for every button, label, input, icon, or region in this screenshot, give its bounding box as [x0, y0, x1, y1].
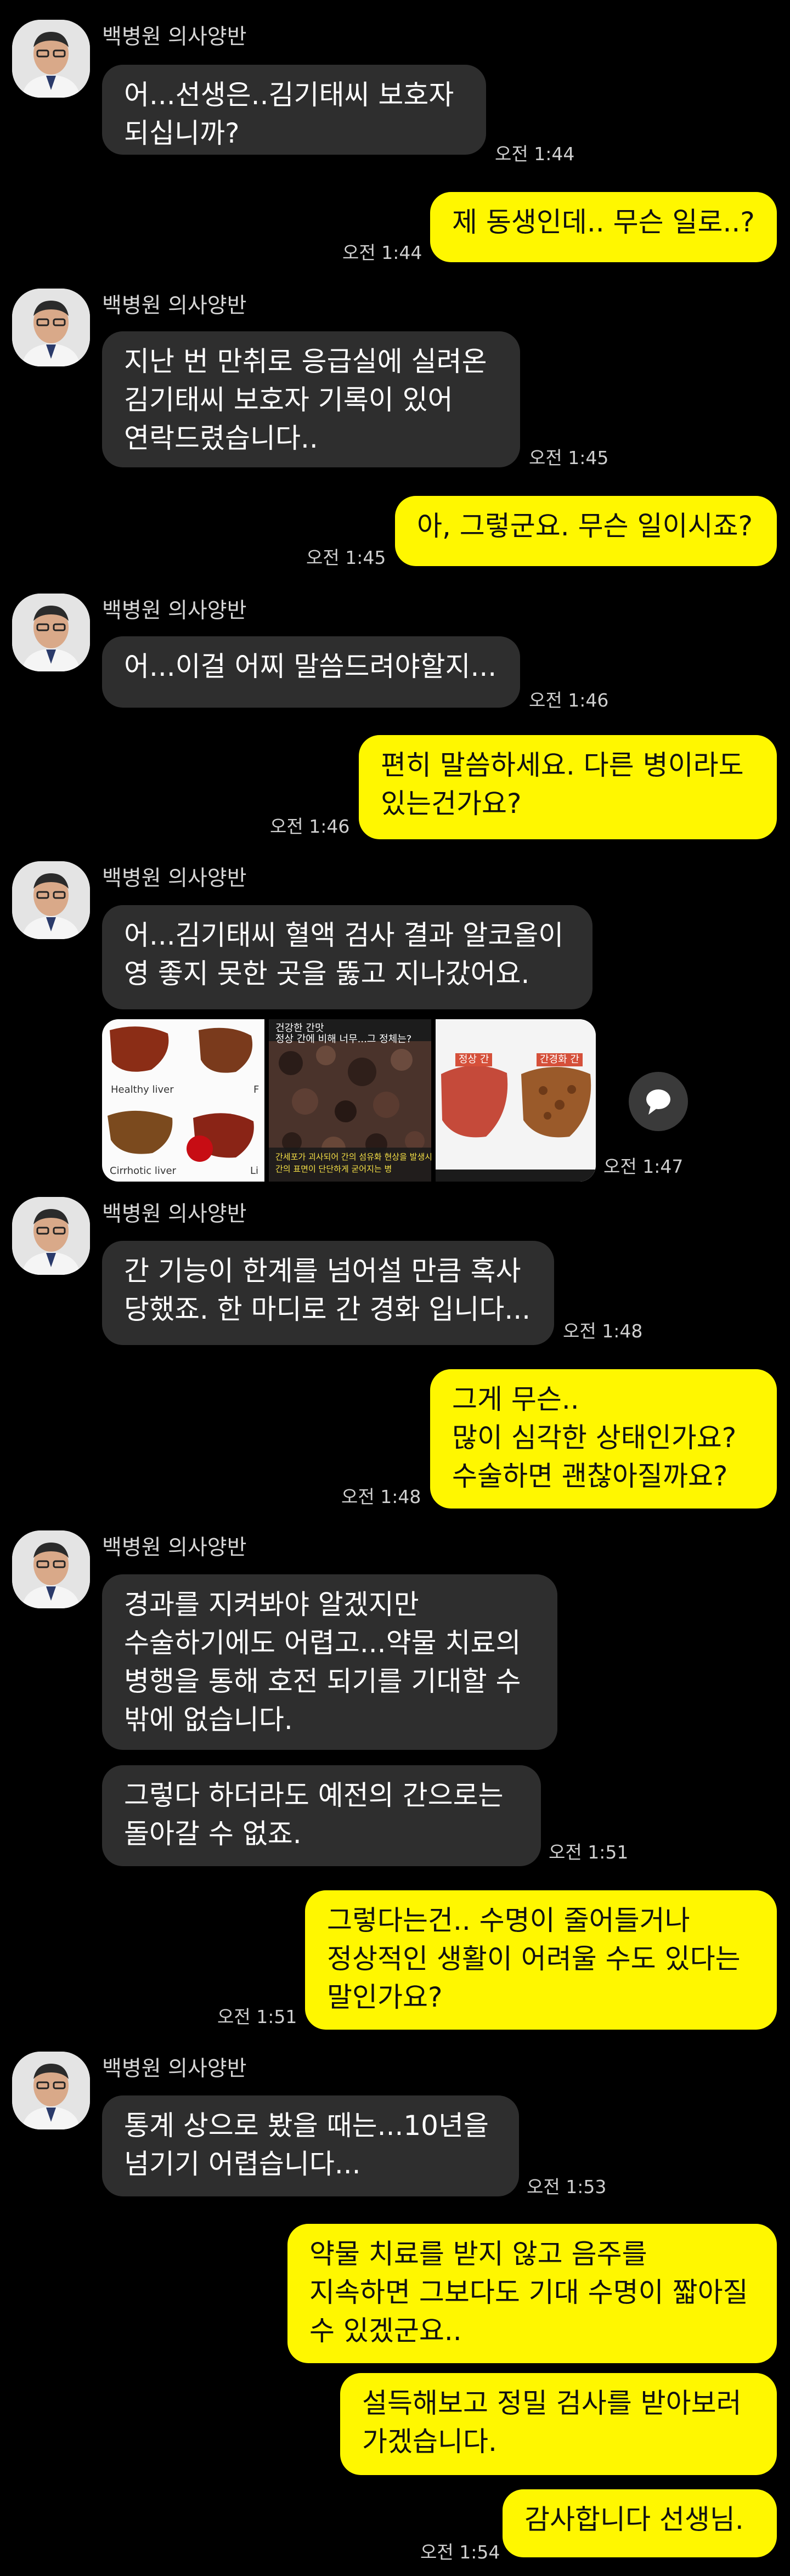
- sender-name: 백병원 의사양반: [102, 866, 247, 891]
- image-label: Cirrhotic liver: [110, 1165, 176, 1177]
- liver-illustration: [108, 1026, 254, 1162]
- sender-name: 백병원 의사양반: [102, 293, 247, 318]
- message-timestamp: 오전 1:54: [420, 2541, 500, 2563]
- avatar[interactable]: [12, 1530, 90, 1608]
- message-bubble-incoming[interactable]: 경과를 지켜봐야 알겠지만 수술하기에도 어렵고...약물 치료의 병행을 통해…: [102, 1574, 557, 1750]
- message-bubble-outgoing[interactable]: 감사합니다 선생님.: [503, 2489, 777, 2557]
- chat-bubble-icon: [646, 1089, 670, 1115]
- message-bubble-incoming[interactable]: 그렇다 하더라도 예전의 간으로는 돌아갈 수 없죠.: [102, 1765, 541, 1866]
- message-bubble-outgoing[interactable]: 설득해보고 정밀 검사를 받아보러 가겠습니다.: [340, 2373, 777, 2475]
- message-timestamp: 오전 1:45: [306, 547, 386, 568]
- liver-tissue-image[interactable]: 건강한 간맛 정상 간에 비해 너무...그 정체는? 간세포가 괴사되어 간의…: [269, 1019, 431, 1182]
- image-label: F: [253, 1084, 259, 1095]
- avatar[interactable]: [12, 20, 90, 98]
- share-button[interactable]: [629, 1072, 688, 1131]
- message-timestamp: 오전 1:47: [603, 1156, 684, 1177]
- image-label: 간의 표면이 단단하게 굳어지는 병: [275, 1164, 392, 1174]
- liver-comparison-image[interactable]: Healthy liver Cirrhotic liver F Li: [102, 1019, 264, 1182]
- message-timestamp: 오전 1:48: [341, 1486, 421, 1507]
- message-bubble-incoming[interactable]: 간 기능이 한계를 넘어설 만큼 혹사 당했죠. 한 마디로 간 경화 입니다.…: [102, 1241, 554, 1345]
- message-bubble-incoming[interactable]: 통계 상으로 봤을 때는...10년을 넘기기 어렵습니다...: [102, 2095, 519, 2196]
- image-label: 정상 간: [455, 1053, 493, 1066]
- message-timestamp: 오전 1:48: [563, 1320, 643, 1342]
- image-attachment-row[interactable]: Healthy liver Cirrhotic liver F Li 건강한 간…: [102, 1019, 596, 1182]
- message-bubble-outgoing[interactable]: 그렇다는건.. 수명이 줄어들거나 정상적인 생활이 어려울 수도 있다는 말인…: [305, 1890, 777, 2030]
- avatar[interactable]: [12, 2052, 90, 2129]
- doctor-avatar-image: [12, 1197, 90, 1275]
- sender-name: 백병원 의사양반: [102, 598, 247, 623]
- message-bubble-outgoing[interactable]: 제 동생인데.. 무슨 일로..?: [430, 192, 777, 262]
- image-label: Li: [250, 1165, 259, 1177]
- sender-name: 백병원 의사양반: [102, 2057, 247, 2081]
- liver-comparison-illustration: [436, 1019, 596, 1182]
- message-bubble-incoming[interactable]: 어...이걸 어찌 말씀드려야할지...: [102, 636, 520, 708]
- message-bubble-incoming[interactable]: 어...김기태씨 혈액 검사 결과 알코올이 영 좋지 못한 곳을 뚫고 지나갔…: [102, 905, 592, 1009]
- image-label: 간경화 간: [537, 1053, 583, 1066]
- message-timestamp: 오전 1:51: [549, 1841, 629, 1863]
- message-bubble-incoming[interactable]: 지난 번 만취로 응급실에 실려온 김기태씨 보호자 기록이 있어 연락드렸습니…: [102, 331, 520, 467]
- message-timestamp: 오전 1:46: [529, 690, 609, 711]
- image-label: 간세포가 괴사되어 간의 섬유화 현상을 발생시켜: [275, 1152, 431, 1162]
- liver-normal-vs-cirrhosis-image[interactable]: 정상 간 간경화 간: [436, 1019, 596, 1182]
- avatar[interactable]: [12, 861, 90, 939]
- message-bubble-outgoing[interactable]: 약물 치료를 받지 않고 음주를 지속하면 그보다도 기대 수명이 짧아질 수 …: [287, 2224, 777, 2363]
- sender-name: 백병원 의사양반: [102, 1202, 247, 1227]
- doctor-avatar-image: [12, 1530, 90, 1608]
- sender-name: 백병원 의사양반: [102, 1535, 247, 1560]
- message-bubble-outgoing[interactable]: 편히 말씀하세요. 다른 병이라도 있는건가요?: [359, 735, 777, 839]
- doctor-avatar-image: [12, 20, 90, 98]
- avatar[interactable]: [12, 1197, 90, 1275]
- message-bubble-outgoing[interactable]: 아, 그렇군요. 무슨 일이시죠?: [395, 496, 777, 566]
- image-label: 건강한 간맛: [275, 1023, 324, 1034]
- sender-name: 백병원 의사양반: [102, 25, 247, 49]
- avatar[interactable]: [12, 594, 90, 671]
- doctor-avatar-image: [12, 594, 90, 671]
- doctor-avatar-image: [12, 2052, 90, 2129]
- message-bubble-outgoing[interactable]: 그게 무슨.. 많이 심각한 상태인가요? 수술하면 괜찮아질까요?: [430, 1369, 777, 1509]
- avatar[interactable]: [12, 289, 90, 366]
- message-bubble-incoming[interactable]: 어...선생은..김기태씨 보호자 되십니까?: [102, 65, 486, 155]
- doctor-avatar-image: [12, 289, 90, 366]
- message-timestamp: 오전 1:44: [342, 242, 422, 263]
- message-timestamp: 오전 1:51: [217, 2006, 297, 2027]
- image-label: Healthy liver: [111, 1084, 174, 1095]
- image-label: 정상 간에 비해 너무...그 정체는?: [275, 1033, 412, 1045]
- message-timestamp: 오전 1:44: [495, 143, 575, 165]
- message-timestamp: 오전 1:45: [529, 447, 609, 468]
- doctor-avatar-image: [12, 861, 90, 939]
- message-timestamp: 오전 1:53: [527, 2176, 607, 2197]
- message-timestamp: 오전 1:46: [270, 816, 350, 837]
